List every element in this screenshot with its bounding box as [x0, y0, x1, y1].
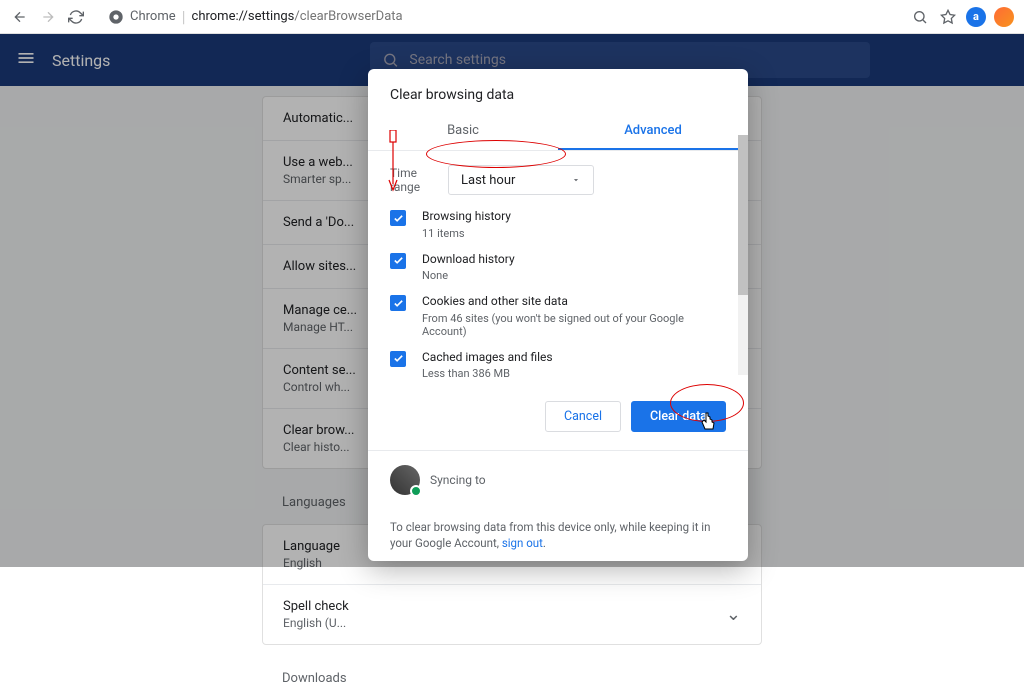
- check-item[interactable]: Cookies and other site data From 46 sites…: [390, 294, 726, 338]
- check-item[interactable]: Browsing history 11 items: [390, 209, 726, 240]
- avatar: [390, 465, 420, 495]
- setting-row[interactable]: Spell checkEnglish (U...⌄: [263, 585, 761, 644]
- checkbox[interactable]: [390, 295, 406, 311]
- check-sublabel: Less than 386 MB: [422, 367, 553, 380]
- check-sublabel: 11 items: [422, 227, 511, 240]
- url-scheme: Chrome: [130, 9, 176, 24]
- clear-data-dialog: Clear browsing data Basic Advanced Time …: [368, 69, 748, 561]
- check-label: Cached images and files: [422, 350, 553, 366]
- time-range-label: Time range: [390, 166, 448, 194]
- sync-row: Syncing to: [368, 450, 748, 509]
- footer-note: To clear browsing data from this device …: [368, 509, 748, 561]
- check-label: Download history: [422, 252, 515, 268]
- search-icon[interactable]: [906, 3, 934, 31]
- section-heading-downloads: Downloads: [262, 665, 762, 692]
- back-button[interactable]: [6, 3, 34, 31]
- check-item[interactable]: Cached images and filesLess than 386 MB: [390, 350, 726, 381]
- scrollbar[interactable]: [738, 135, 748, 375]
- browser-toolbar: Chrome | chrome://settings /clearBrowser…: [0, 0, 1024, 34]
- checkbox[interactable]: [390, 210, 406, 226]
- url-path[interactable]: /clearBrowserData: [294, 9, 402, 24]
- sync-text: Syncing to: [430, 473, 486, 487]
- check-label: Cookies and other site data: [422, 294, 726, 310]
- dropdown-arrow-icon: [571, 175, 581, 185]
- sign-out-link[interactable]: sign out: [502, 536, 543, 550]
- dialog-tabs: Basic Advanced: [368, 113, 748, 151]
- check-sublabel: From 46 sites (you won't be signed out o…: [422, 312, 726, 338]
- extension-icon-1[interactable]: a: [966, 7, 986, 27]
- tab-advanced[interactable]: Advanced: [558, 113, 748, 150]
- dialog-title: Clear browsing data: [368, 69, 748, 113]
- star-icon[interactable]: [934, 3, 962, 31]
- chrome-icon: [108, 9, 124, 25]
- checkbox[interactable]: [390, 351, 406, 367]
- chevron-down-icon: ⌄: [726, 604, 741, 625]
- dialog-body: Time range Last hour Browsing history 11 …: [368, 151, 748, 391]
- time-range-select[interactable]: Last hour: [448, 165, 594, 195]
- check-item[interactable]: Download historyNone: [390, 252, 726, 283]
- url-host[interactable]: chrome://settings: [192, 9, 295, 24]
- checkbox[interactable]: [390, 253, 406, 269]
- scrollbar-thumb[interactable]: [738, 135, 748, 295]
- cancel-button[interactable]: Cancel: [545, 401, 621, 432]
- tab-basic[interactable]: Basic: [368, 113, 558, 150]
- reload-button[interactable]: [62, 3, 90, 31]
- sync-badge-icon: [410, 485, 422, 497]
- clear-data-button[interactable]: Clear data: [631, 401, 726, 432]
- check-label: Browsing history: [422, 209, 511, 225]
- extension-icon-2[interactable]: [994, 7, 1014, 27]
- forward-button[interactable]: [34, 3, 62, 31]
- check-sublabel: None: [422, 269, 515, 282]
